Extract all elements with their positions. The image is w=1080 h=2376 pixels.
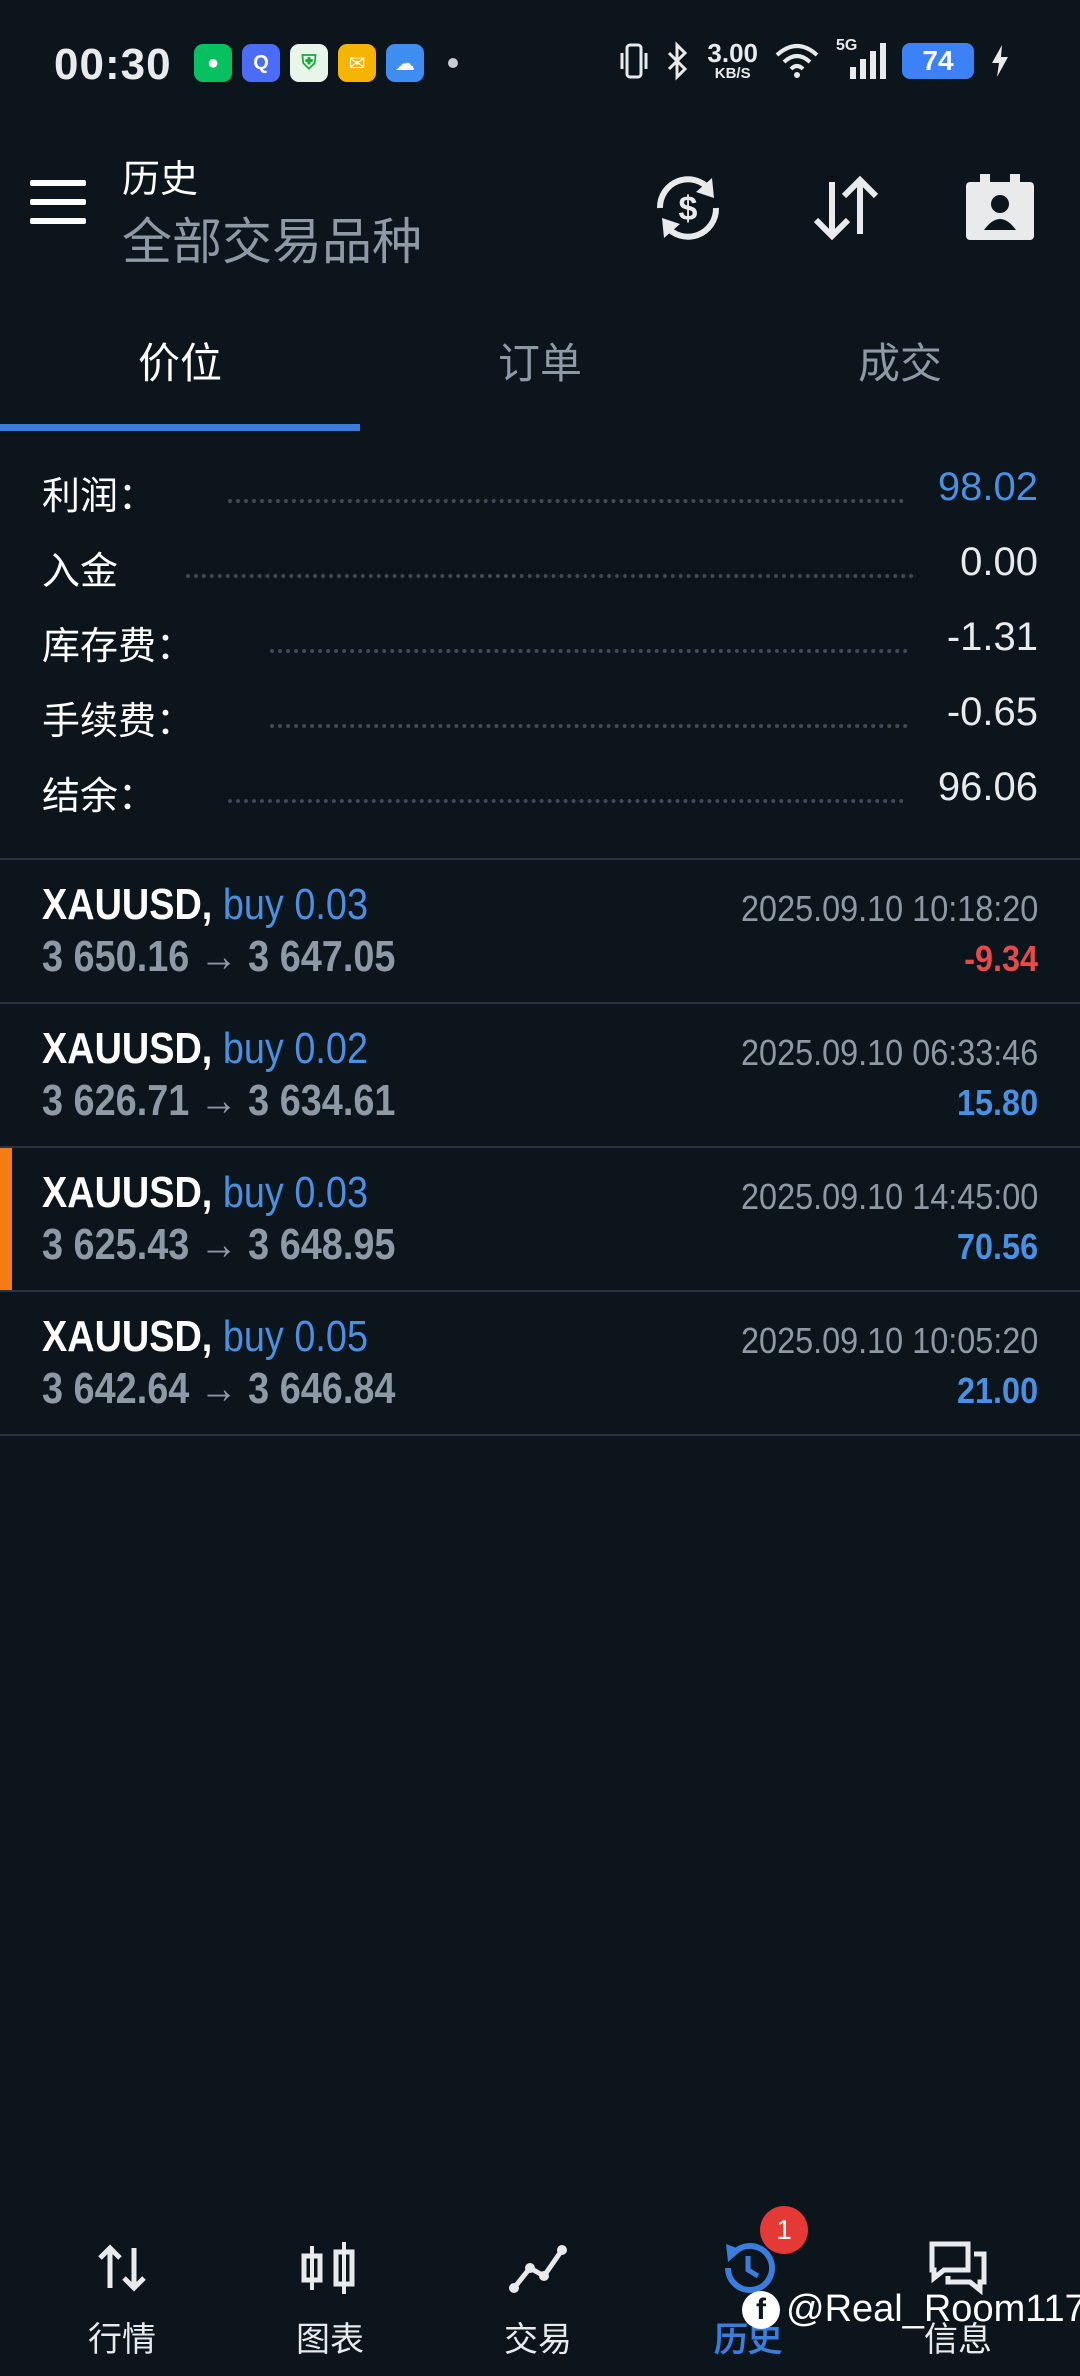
deal-time: 2025.09.10 10:18:20	[740, 888, 1038, 929]
wechat-icon: ●	[194, 44, 232, 82]
summary-value: -1.31	[946, 615, 1038, 659]
battery-indicator: 74	[902, 42, 974, 79]
trade-icon	[509, 2245, 567, 2293]
nav-label: 图表	[296, 2321, 364, 2359]
nav-quotes[interactable]: 行情	[14, 2220, 230, 2376]
status-time: 00:30	[54, 40, 172, 89]
tab-indicator	[0, 424, 360, 431]
svg-text:$: $	[679, 190, 698, 228]
mail-icon: ✉	[338, 44, 376, 82]
net-speed: 3.00 KB/S	[707, 38, 758, 82]
tab-deals[interactable]: 成交	[720, 330, 1080, 391]
deal-row[interactable]: XAUUSD, buy 0.05 3 642.64 → 3 646.84 202…	[0, 1292, 1080, 1434]
chart-icon	[301, 2242, 355, 2294]
deal-side: buy 0.05	[222, 1312, 369, 1361]
page-title: 历史	[122, 159, 199, 201]
summary-label: 入金	[42, 551, 119, 593]
menu-icon[interactable]	[30, 180, 88, 226]
bluetooth-icon	[668, 40, 688, 81]
deal-symbol: XAUUSD,	[42, 1024, 213, 1073]
signal-icon: 5G	[836, 37, 886, 81]
summary-value: 98.02	[937, 465, 1038, 509]
deal-symbol: XAUUSD,	[42, 1168, 213, 1217]
watermark: f @Real_Room117	[742, 2288, 1080, 2331]
tab-positions[interactable]: 价位	[0, 330, 360, 391]
summary-row-profit: 利润： 98.02	[0, 465, 1080, 525]
more-notifications-dot	[448, 58, 458, 68]
charging-icon	[992, 44, 1008, 77]
summary-value: 96.06	[937, 765, 1038, 809]
summary-row-swap: 库存费： -1.31	[0, 615, 1080, 675]
summary-row-balance: 结余： 96.06	[0, 765, 1080, 825]
summary-label: 手续费：	[42, 701, 195, 743]
vibrate-icon	[620, 43, 648, 78]
deal-profit: 70.56	[956, 1226, 1038, 1267]
shield-icon: ⛨	[290, 44, 328, 82]
quotes-icon	[98, 2244, 146, 2292]
deal-symbol: XAUUSD,	[42, 880, 213, 929]
deal-profit: 15.80	[956, 1082, 1038, 1123]
deal-time: 2025.09.10 10:05:20	[740, 1320, 1038, 1361]
dot-leader	[186, 574, 914, 578]
deal-prices: 3 642.64 → 3 646.84	[42, 1364, 396, 1413]
deal-symbol: XAUUSD,	[42, 1312, 213, 1361]
summary-label: 结余：	[42, 776, 157, 818]
tab-orders[interactable]: 订单	[360, 330, 720, 391]
nav-chart[interactable]: 图表	[222, 2220, 438, 2376]
summary-value: 0.00	[960, 540, 1038, 584]
summary-value: -0.65	[946, 690, 1038, 734]
account-icon[interactable]	[962, 170, 1038, 246]
notification-icons: ● Q ⛨ ✉ ☁	[194, 44, 458, 82]
deal-row[interactable]: XAUUSD, buy 0.03 3 625.43 → 3 648.95 202…	[0, 1148, 1080, 1290]
dot-leader	[270, 724, 908, 728]
deal-prices: 3 625.43 → 3 648.95	[42, 1220, 396, 1269]
tab-bar: 价位 订单 成交	[0, 300, 1080, 432]
summary-row-deposit: 入金 0.00	[0, 540, 1080, 600]
wifi-icon	[775, 43, 819, 78]
selected-marker	[0, 1148, 12, 1290]
deal-side: buy 0.02	[222, 1024, 369, 1073]
app-q-icon: Q	[242, 44, 280, 82]
dot-leader	[228, 799, 904, 803]
watermark-text: @Real_Room117	[786, 2288, 1080, 2330]
deal-prices: 3 626.71 → 3 634.61	[42, 1076, 396, 1125]
status-right: 3.00 KB/S 5G 74	[619, 37, 1010, 82]
app-header: 历史 全部交易品种 $	[0, 140, 1080, 270]
summary-row-commission: 手续费： -0.65	[0, 690, 1080, 750]
currency-exchange-icon[interactable]: $	[650, 170, 726, 246]
symbol-filter[interactable]: 全部交易品种	[122, 202, 422, 274]
deal-row[interactable]: XAUUSD, buy 0.03 3 650.16 → 3 647.05 202…	[0, 860, 1080, 1002]
dot-leader	[228, 499, 904, 503]
deal-prices: 3 650.16 → 3 647.05	[42, 932, 396, 981]
deal-row[interactable]: XAUUSD, buy 0.02 3 626.71 → 3 634.61 202…	[0, 1004, 1080, 1146]
weather-icon: ☁	[386, 44, 424, 82]
sort-icon[interactable]	[808, 170, 884, 246]
nav-label: 交易	[504, 2321, 572, 2359]
deal-time: 2025.09.10 06:33:46	[740, 1032, 1038, 1073]
deal-time: 2025.09.10 14:45:00	[740, 1176, 1038, 1217]
dot-leader	[270, 649, 908, 653]
deal-profit: 21.00	[956, 1370, 1038, 1411]
facebook-icon: f	[742, 2290, 780, 2329]
summary-label: 库存费：	[42, 626, 195, 668]
deal-side: buy 0.03	[222, 1168, 369, 1217]
nav-label: 行情	[88, 2321, 156, 2359]
deal-side: buy 0.03	[222, 880, 369, 929]
deal-profit: -9.34	[964, 938, 1038, 979]
divider	[0, 1434, 1080, 1436]
summary-label: 利润：	[42, 476, 157, 518]
status-bar: 00:30 ● Q ⛨ ✉ ☁ 3.00 KB/S 5G 74	[0, 0, 1080, 130]
messages-badge: 1	[760, 2206, 808, 2254]
nav-trade[interactable]: 交易	[430, 2220, 646, 2376]
